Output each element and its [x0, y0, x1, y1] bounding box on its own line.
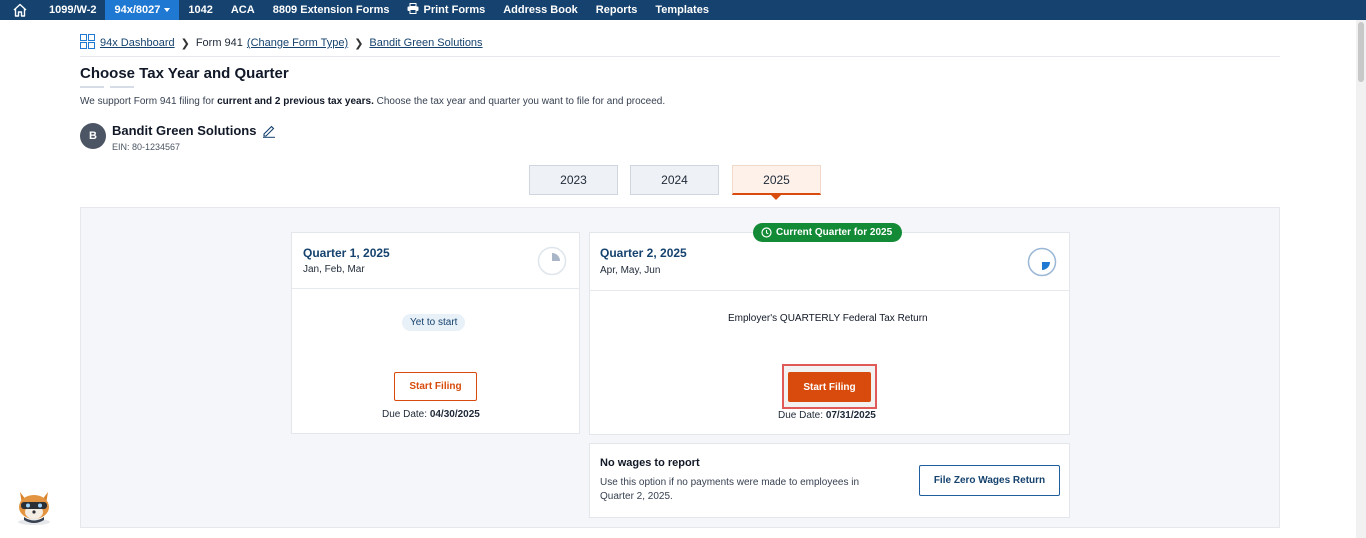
clock-icon	[761, 227, 772, 238]
file-zero-wages-button[interactable]: File Zero Wages Return	[919, 465, 1060, 496]
nav-label: Templates	[655, 4, 709, 16]
subtitle-text: Choose the tax year and quarter you want…	[373, 96, 666, 107]
quarter-months: Jan, Feb, Mar	[303, 264, 365, 275]
no-wages-description: Use this option if no payments were made…	[600, 477, 860, 502]
nav-1042[interactable]: 1042	[179, 0, 221, 20]
scrollbar-thumb[interactable]	[1358, 22, 1364, 82]
chat-assistant-icon[interactable]	[12, 482, 56, 526]
quarter-card-q2: Quarter 2, 2025 Apr, May, Jun Employer's…	[589, 232, 1070, 435]
chevron-down-icon	[164, 8, 171, 12]
due-date-value: 07/31/2025	[825, 410, 876, 421]
nav-label: ACA	[230, 4, 255, 16]
progress-pie-icon	[1027, 247, 1057, 282]
nav-label: 8809 Extension Forms	[272, 4, 390, 16]
year-tab-2023[interactable]: 2023	[529, 165, 618, 195]
page-subtitle: We support Form 941 filing for current a…	[80, 96, 665, 107]
quarter-card-q1: Quarter 1, 2025 Jan, Feb, Mar Yet to sta…	[291, 232, 580, 434]
return-title: Employer's QUARTERLY Federal Tax Return	[728, 313, 928, 324]
title-underline	[110, 86, 134, 88]
nav-label: Address Book	[503, 4, 578, 16]
start-filing-button-q1[interactable]: Start Filing	[394, 372, 477, 401]
due-label: Due Date:	[778, 410, 824, 421]
year-tab-2025[interactable]: 2025	[732, 165, 821, 195]
start-filing-button-q2[interactable]: Start Filing	[788, 372, 871, 402]
subtitle-bold: current and 2 previous tax years.	[217, 96, 374, 107]
page-title: Choose Tax Year and Quarter	[80, 65, 289, 82]
due-label: Due Date:	[382, 409, 428, 420]
company-name-text: Bandit Green Solutions	[112, 123, 257, 138]
printer-icon	[407, 3, 419, 17]
no-wages-title: No wages to report	[600, 457, 700, 469]
chevron-right-icon: ❯	[354, 37, 364, 50]
divider	[80, 56, 1280, 57]
ein-text: EIN: 80-1234567	[112, 142, 181, 152]
nav-label: 1099/W-2	[49, 4, 97, 16]
breadcrumb-dashboard-link[interactable]: 94x Dashboard	[100, 37, 175, 49]
nav-aca[interactable]: ACA	[222, 0, 264, 20]
nav-94x-8027[interactable]: 94x/8027	[105, 0, 180, 20]
nav-8809-extension-forms[interactable]: 8809 Extension Forms	[264, 0, 399, 20]
nav-label: 1042	[188, 4, 213, 16]
chevron-right-icon: ❯	[180, 37, 190, 50]
nav-label: 94x/8027	[114, 4, 161, 16]
dashboard-grid-icon	[80, 34, 95, 52]
top-nav: 1099/W-2 94x/8027 1042 ACA 8809 Extensio…	[0, 0, 1366, 20]
subtitle-text: We support Form 941 filing for	[80, 96, 218, 107]
nav-label: Print Forms	[423, 4, 486, 16]
company-name: Bandit Green Solutions	[112, 123, 276, 138]
badge-text: Current Quarter for 2025	[776, 227, 893, 238]
status-badge: Yet to start	[402, 314, 466, 331]
nav-1099-w2[interactable]: 1099/W-2	[40, 0, 105, 20]
title-underline	[80, 86, 104, 88]
active-tab-pointer	[770, 194, 782, 200]
avatar: B	[80, 123, 106, 149]
quarter-title: Quarter 2, 2025	[600, 246, 687, 260]
nav-templates[interactable]: Templates	[646, 0, 718, 20]
nav-print-forms[interactable]: Print Forms	[398, 0, 494, 20]
due-date: Due Date: 04/30/2025	[382, 409, 480, 420]
pencil-icon[interactable]	[262, 124, 276, 138]
year-tab-2024[interactable]: 2024	[630, 165, 719, 195]
no-wages-card: No wages to report Use this option if no…	[589, 443, 1070, 518]
breadcrumb-business-link[interactable]: Bandit Green Solutions	[369, 37, 482, 49]
breadcrumb-form: Form 941	[195, 37, 243, 49]
page-scrollbar[interactable]	[1356, 20, 1366, 538]
due-date-value: 04/30/2025	[429, 409, 480, 420]
progress-pie-icon	[537, 246, 567, 281]
home-icon[interactable]	[0, 0, 40, 20]
due-date: Due Date: 07/31/2025	[778, 410, 876, 421]
nav-label: Reports	[595, 4, 638, 16]
quarter-months: Apr, May, Jun	[600, 265, 661, 276]
nav-address-book[interactable]: Address Book	[494, 0, 587, 20]
breadcrumb: 94x Dashboard ❯ Form 941 (Change Form Ty…	[80, 34, 483, 52]
current-quarter-badge: Current Quarter for 2025	[753, 223, 903, 242]
quarter-title: Quarter 1, 2025	[303, 246, 390, 260]
change-form-type-link[interactable]: (Change Form Type)	[247, 37, 348, 49]
nav-reports[interactable]: Reports	[587, 0, 647, 20]
card-header	[292, 233, 579, 289]
